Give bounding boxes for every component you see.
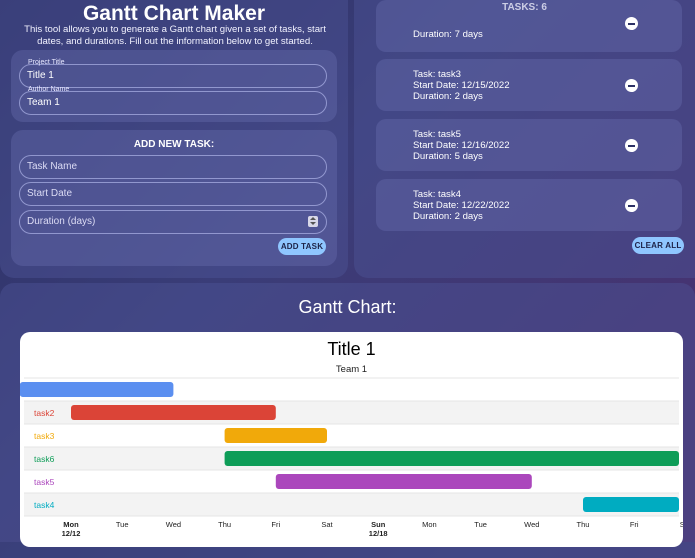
task-name: Task: task3 <box>413 69 461 80</box>
duration-stepper[interactable] <box>308 216 318 227</box>
gantt-heading: Gantt Chart: <box>298 297 397 317</box>
task-bar <box>224 428 327 443</box>
start-date-placeholder: Start Date <box>27 188 73 199</box>
task-label: task4 <box>34 500 55 510</box>
chart-subtitle: Team 1 <box>336 364 367 375</box>
author-name-label: Author Name <box>28 86 70 93</box>
task-label: task5 <box>34 477 55 487</box>
app-title: Gantt Chart Maker <box>82 2 266 25</box>
x-tick-date: 12/18 <box>369 529 388 538</box>
task-start-date: Start Date: 12/22/2022 <box>413 200 510 211</box>
task-duration: Duration: 5 days <box>413 151 483 162</box>
chart-row <box>24 493 679 516</box>
x-tick-label: Tue <box>474 520 487 529</box>
task-name-placeholder: Task Name <box>27 161 78 172</box>
task-bar <box>224 451 679 466</box>
remove-icon[interactable] <box>625 139 638 152</box>
task-start-date: Start Date: 12/16/2022 <box>413 140 510 151</box>
x-tick-label: Wed <box>166 520 181 529</box>
chart-row <box>24 424 679 447</box>
task-bar <box>20 382 174 397</box>
remove-icon[interactable] <box>625 17 638 30</box>
duration-input[interactable]: Duration (days) <box>19 210 327 234</box>
task-card: Duration: 7 days <box>376 0 682 52</box>
task-bar <box>583 497 679 512</box>
task-label: task2 <box>34 408 55 418</box>
project-title-value: Title 1 <box>27 70 54 81</box>
task-name: Task: task4 <box>413 189 461 200</box>
x-tick-label: Fri <box>271 520 280 529</box>
remove-icon[interactable] <box>625 79 638 92</box>
task-card: Task: task5 Start Date: 12/16/2022 Durat… <box>376 119 682 171</box>
chart-title: Title 1 <box>327 339 375 359</box>
x-tick-label: Tue <box>116 520 129 529</box>
project-title-label: Project Title <box>28 59 65 66</box>
x-tick-label: Fri <box>630 520 639 529</box>
task-duration: Duration: 2 days <box>413 91 483 102</box>
project-title-field[interactable]: Project Title Title 1 <box>19 59 327 88</box>
task-name: Task: task5 <box>413 129 461 140</box>
task-start-date: Start Date: 12/15/2022 <box>413 80 510 91</box>
x-tick-label: Thu <box>577 520 590 529</box>
x-tick-date: 12/12 <box>62 529 81 538</box>
task-label: task6 <box>34 454 55 464</box>
duration-placeholder: Duration (days) <box>27 216 96 227</box>
task-name-input[interactable]: Task Name <box>19 155 327 179</box>
task-bar <box>275 474 532 489</box>
add-task-button[interactable]: ADD TASK <box>278 238 326 255</box>
author-name-field[interactable]: Author Name Team 1 <box>19 86 327 115</box>
task-duration: Duration: 2 days <box>413 211 483 222</box>
x-tick-label: Sat <box>321 520 333 529</box>
task-card: Task: task4 Start Date: 12/22/2022 Durat… <box>376 179 682 231</box>
x-tick-label: Sun <box>371 520 386 529</box>
task-duration: Duration: 7 days <box>413 29 483 40</box>
start-date-input[interactable]: Start Date <box>19 182 327 206</box>
x-tick-label: Sat <box>680 520 683 529</box>
task-bar <box>71 405 276 420</box>
task-card: Task: task3 Start Date: 12/15/2022 Durat… <box>376 59 682 111</box>
author-name-value: Team 1 <box>27 97 60 108</box>
gantt-chart: Title 1Team 1task1task2task3task6task5ta… <box>20 339 683 538</box>
add-task-heading: ADD NEW TASK: <box>133 139 215 150</box>
x-tick-label: Mon <box>63 520 79 529</box>
x-tick-label: Wed <box>524 520 539 529</box>
project-info-card: Project Title Title 1 Author Name Team 1 <box>11 50 337 122</box>
clear-all-button[interactable]: CLEAR ALL <box>632 237 684 254</box>
task-label: task3 <box>34 431 55 441</box>
x-tick-label: Thu <box>218 520 231 529</box>
remove-icon[interactable] <box>625 199 638 212</box>
gantt-chart-card: Title 1Team 1task1task2task3task6task5ta… <box>20 332 683 547</box>
app-description: This tool allows you to generate a Gantt… <box>24 24 326 47</box>
x-tick-label: Mon <box>422 520 437 529</box>
